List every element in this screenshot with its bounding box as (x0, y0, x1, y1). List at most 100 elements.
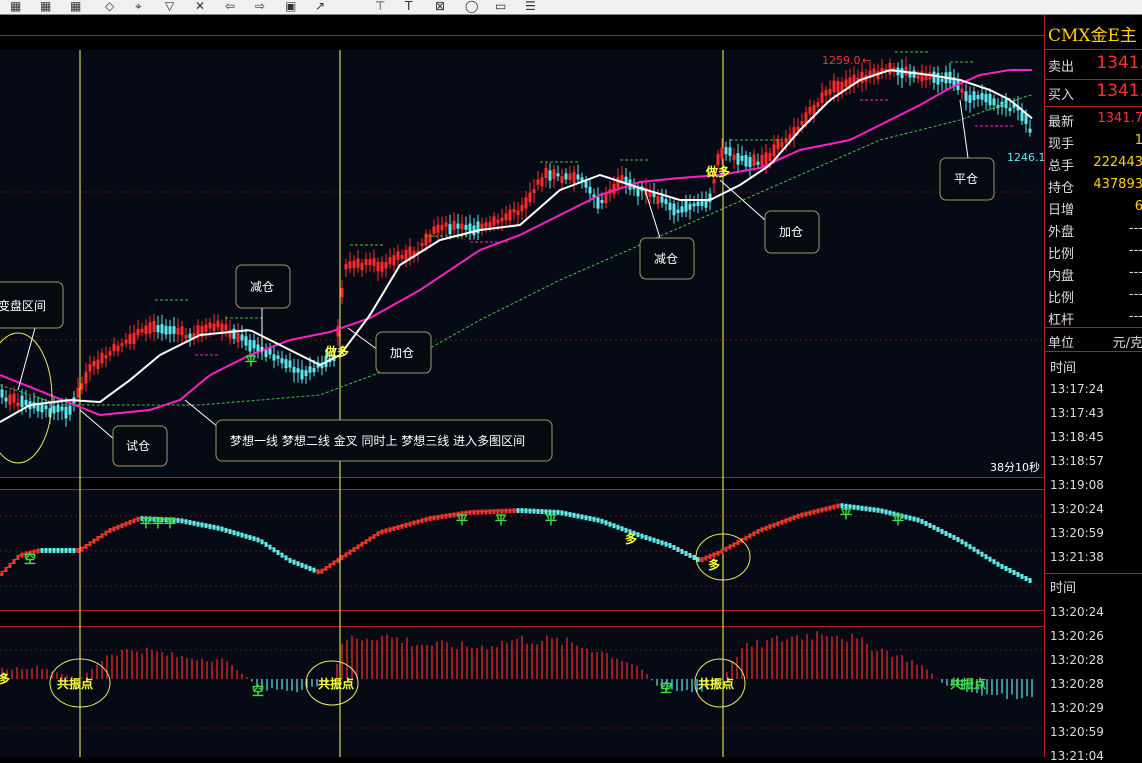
candle-body (361, 263, 364, 270)
time-header: 时间 (1050, 357, 1076, 376)
indicator-dot (197, 522, 200, 527)
indicator-dot (601, 519, 604, 524)
candle-body (177, 328, 180, 334)
candle-body (493, 216, 496, 225)
indicator-dot (945, 531, 948, 536)
indicator-dot (765, 526, 768, 531)
candle-body (553, 169, 556, 179)
indicator-dot (885, 510, 888, 515)
candle-body (129, 334, 132, 344)
indicator-dot (793, 515, 796, 520)
toolbar-icon[interactable]: ▦ (70, 0, 81, 12)
candle-body (1021, 111, 1024, 121)
candle-body (981, 93, 984, 100)
indicator-dot (405, 523, 408, 528)
candle-body (773, 145, 776, 157)
signal-resonance: 共振点 (318, 676, 354, 691)
toolbar-icon[interactable]: ☰ (525, 0, 536, 12)
toolbar-icon[interactable]: ⇨ (255, 0, 265, 12)
quote-row: 内盘--- (1045, 262, 1142, 284)
candle-body (485, 222, 488, 227)
indicator-dot (809, 511, 812, 516)
indicator-dot (265, 542, 268, 547)
toolbar-icon[interactable]: ▣ (285, 0, 296, 12)
indicator-dot (521, 508, 524, 513)
candle-body (365, 259, 368, 265)
candle-body (393, 255, 396, 265)
candle-body (689, 204, 692, 210)
candle-body (117, 346, 120, 352)
toolbar: ▦ ▦ ▦ ◇ ⌖ ▽ ✕ ⇦ ⇨ ▣ ↗ ⊤ T ⊠ ◯ ▭ ☰ (0, 0, 1142, 15)
candle-body (521, 205, 524, 211)
toolbar-icon[interactable]: ⌖ (135, 0, 142, 12)
indicator-dot (833, 505, 836, 510)
toolbar-icon[interactable]: ✕ (195, 0, 205, 12)
indicator-dot (73, 548, 76, 553)
candle-body (205, 324, 208, 331)
toolbar-icon[interactable]: ▭ (495, 0, 506, 12)
toolbar-icon[interactable]: ▦ (10, 0, 21, 12)
candle-body (313, 368, 316, 372)
indicator-dot (1021, 574, 1024, 579)
toolbar-icon[interactable]: ↗ (315, 0, 325, 12)
indicator-dot (713, 552, 716, 557)
candle-body (673, 204, 676, 216)
indicator-dot (645, 535, 648, 540)
toolbar-icon[interactable]: ▦ (40, 0, 51, 12)
candle-body (301, 370, 304, 380)
indicator-dot (909, 516, 912, 521)
candle-body (25, 400, 28, 406)
candle-body (681, 206, 684, 212)
candle-body (9, 395, 12, 405)
indicator-dot (877, 508, 880, 513)
toolbar-icon[interactable]: ⊤ (375, 0, 385, 12)
toolbar-icon[interactable]: ◯ (465, 0, 478, 12)
candle-body (489, 222, 492, 227)
candle-body (265, 350, 268, 357)
annotation-reduce-1: 减仓 (250, 280, 274, 294)
indicator-dot (341, 555, 344, 560)
candle-body (549, 170, 552, 180)
indicator-dot (469, 510, 472, 515)
indicator-dot (677, 547, 680, 552)
instrument-title[interactable]: CMX金E主 (1048, 21, 1137, 46)
toolbar-icon[interactable]: ⊠ (435, 0, 445, 12)
candle-body (761, 155, 764, 166)
tick-time: 13:20:24 (1050, 605, 1104, 619)
indicator-dot (369, 537, 372, 542)
kline-chart[interactable]: 变盘区间 试仓 减仓 加仓 梦想一线 梦想二线 金叉 同时上 梦想三线 进入多图… (0, 15, 1044, 757)
candle-body (545, 168, 548, 178)
indicator-dot (1013, 570, 1016, 575)
indicator-dot (861, 506, 864, 511)
indicator-dot (673, 545, 676, 550)
tick-time: 13:21:04 (1050, 749, 1104, 763)
indicator-dot (689, 553, 692, 558)
toolbar-icon[interactable]: ◇ (105, 0, 114, 12)
toolbar-icon[interactable]: T (405, 0, 412, 12)
indicator-dot (957, 537, 960, 542)
indicator-dot (317, 569, 320, 574)
candle-body (861, 72, 864, 83)
candle-body (921, 71, 924, 81)
candle-body (665, 199, 668, 204)
indicator-dot (757, 529, 760, 534)
toolbar-icon[interactable]: ▽ (165, 0, 174, 12)
indicator-dot (869, 507, 872, 512)
candle-body (533, 189, 536, 193)
quote-row: 比例--- (1045, 284, 1142, 306)
candle-body (353, 261, 356, 268)
indicator-dot (97, 536, 100, 541)
indicator-dot (825, 507, 828, 512)
toolbar-icon[interactable]: ⇦ (225, 0, 235, 12)
tick-time: 13:20:29 (1050, 701, 1104, 715)
indicator-dot (981, 552, 984, 557)
candle-body (13, 394, 16, 403)
indicator-dot (57, 548, 60, 553)
quote-label: 最新 (1048, 111, 1074, 130)
candle-body (173, 326, 176, 334)
indicator-dot (357, 544, 360, 549)
candle-body (233, 329, 236, 339)
indicator-dot (289, 558, 292, 563)
indicator-dot (537, 509, 540, 514)
quote-label: 比例 (1048, 287, 1074, 306)
